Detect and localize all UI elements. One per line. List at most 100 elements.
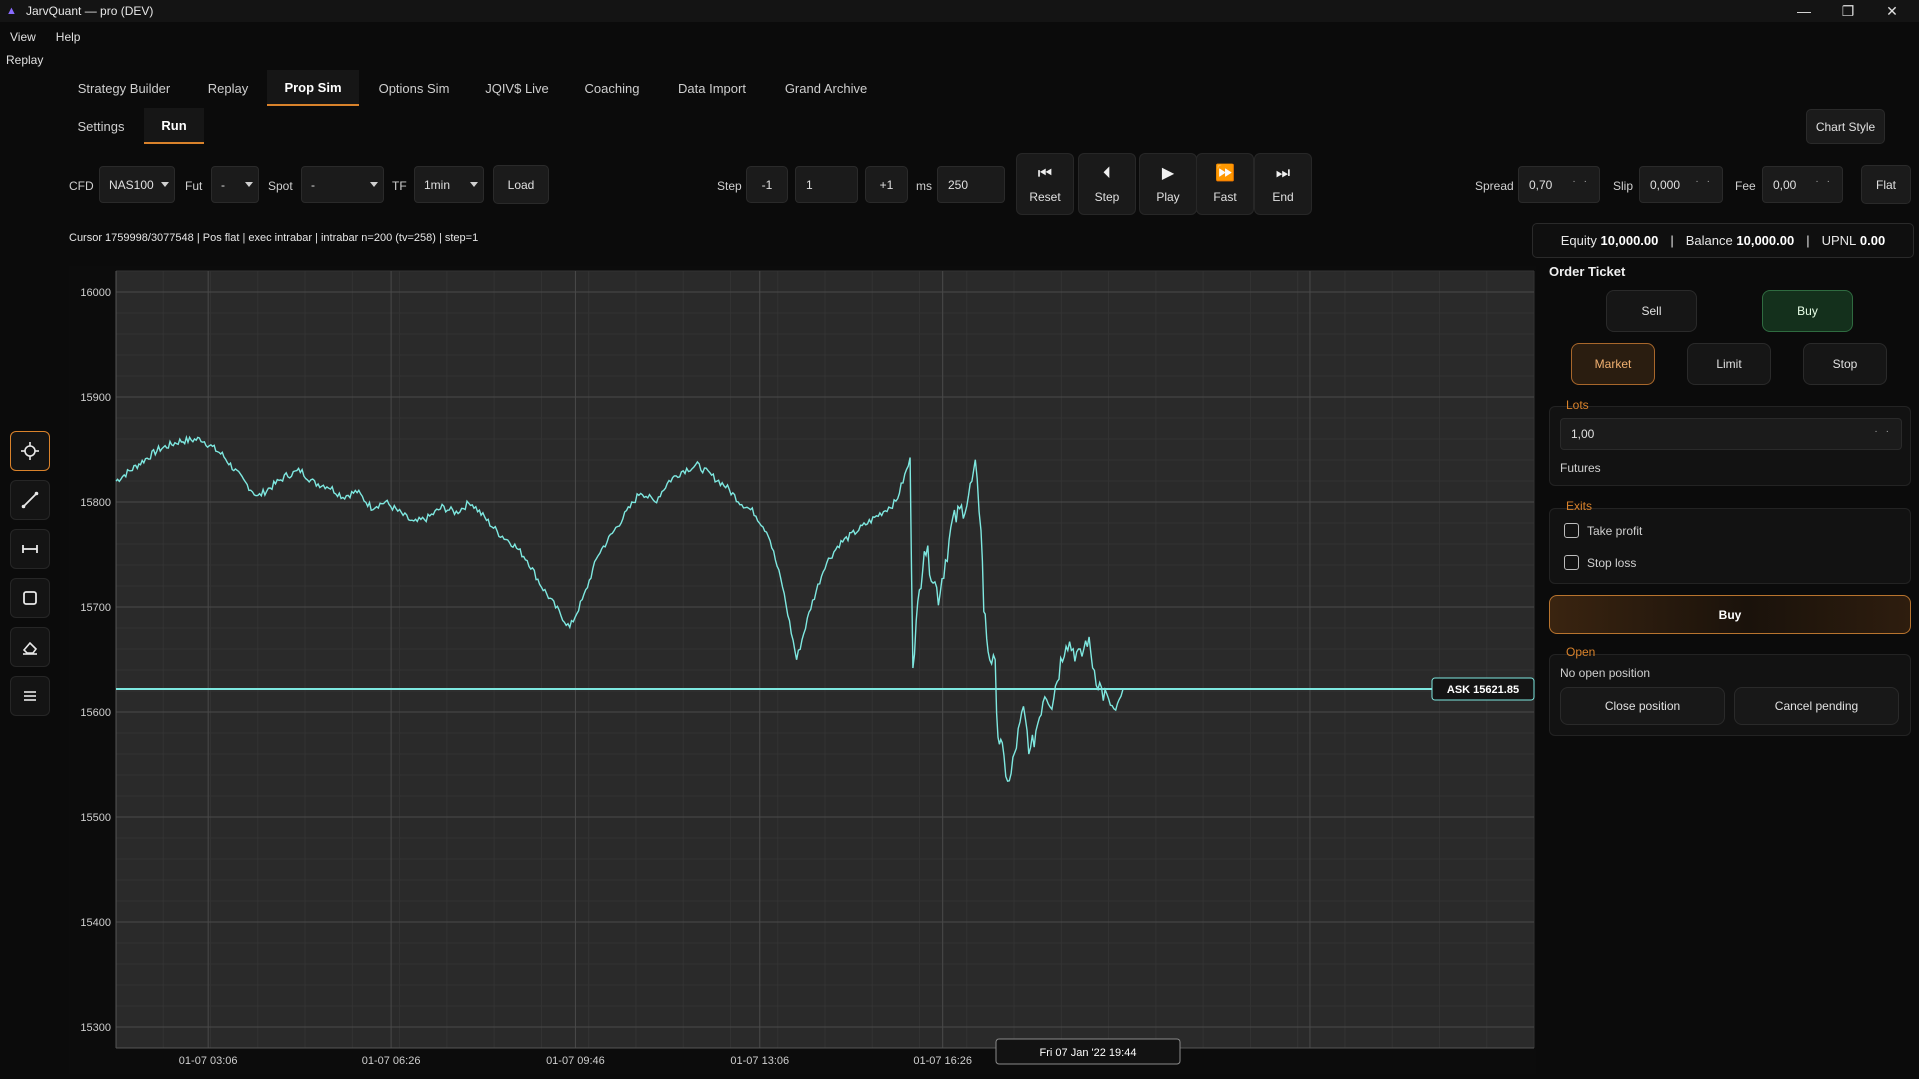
eraser-tool-button[interactable] xyxy=(10,627,50,667)
spread-input[interactable]: 0,70 ·· xyxy=(1518,166,1600,203)
step-size-input[interactable]: 1 xyxy=(795,166,858,203)
tab-prop-sim[interactable]: Prop Sim xyxy=(267,70,359,106)
step-size-value: 1 xyxy=(806,177,813,192)
tf-label: TF xyxy=(392,179,407,193)
end-button[interactable]: ⏭ End xyxy=(1254,153,1312,215)
tab-replay[interactable]: Replay xyxy=(190,70,266,106)
play-button[interactable]: ▶ Play xyxy=(1139,153,1197,215)
fast-forward-icon: ⏩ xyxy=(1215,164,1235,182)
rectangle-icon xyxy=(23,591,37,605)
fast-button[interactable]: ⏩ Fast xyxy=(1196,153,1254,215)
price-chart-svg[interactable]: 16000 15900 15800 15700 15600 15500 15400 15300… xyxy=(69,266,1536,1074)
tab-grand-archive[interactable]: Grand Archive xyxy=(775,70,877,106)
stop-order-button[interactable]: Stop xyxy=(1803,343,1887,385)
crosshair-tool-button[interactable] xyxy=(10,431,50,471)
skip-to-end-icon: ⏭ xyxy=(1275,164,1291,182)
stop-loss-checkbox[interactable] xyxy=(1564,555,1579,570)
rectangle-tool-button[interactable] xyxy=(10,578,50,618)
tab-coaching[interactable]: Coaching xyxy=(572,70,652,106)
fut-select[interactable]: - xyxy=(211,166,259,203)
tab-data-import[interactable]: Data Import xyxy=(664,70,760,106)
cfd-select[interactable]: NAS100 xyxy=(99,166,175,203)
ask-label: ASK 15621.85 xyxy=(1447,684,1519,696)
measure-tool-button[interactable] xyxy=(10,529,50,569)
fut-label: Fut xyxy=(185,179,203,193)
y-tick-label: 15900 xyxy=(80,392,111,404)
chart-style-button[interactable]: Chart Style xyxy=(1806,109,1885,144)
crosshair-icon xyxy=(21,442,39,460)
reset-button[interactable]: ⏮ Reset xyxy=(1016,153,1074,215)
time-cursor-label: Fri 07 Jan '22 19:44 xyxy=(1040,1047,1137,1059)
fee-value: 0,00 xyxy=(1773,177,1797,192)
exits-panel xyxy=(1549,508,1911,584)
tab-strategy-builder[interactable]: Strategy Builder xyxy=(68,70,180,106)
step-minus-button[interactable]: -1 xyxy=(746,166,788,203)
take-profit-label: Take profit xyxy=(1587,524,1643,538)
spot-select[interactable]: - xyxy=(301,166,384,203)
title-bar: ▲ JarvQuant — pro (DEV) — ❐ ✕ xyxy=(0,0,1919,22)
step-plus-button[interactable]: +1 xyxy=(865,166,908,203)
tf-select[interactable]: 1min xyxy=(414,166,484,203)
ms-interval-value: 250 xyxy=(948,177,969,192)
sell-button[interactable]: Sell xyxy=(1606,290,1697,332)
open-status: No open position xyxy=(1560,666,1651,680)
x-tick-label: 01-07 03:06 xyxy=(179,1055,238,1067)
slip-label: Slip xyxy=(1613,179,1634,193)
fee-input[interactable]: 0,00 ·· xyxy=(1762,166,1843,203)
y-tick-label: 15700 xyxy=(80,602,111,614)
spot-label: Spot xyxy=(268,179,293,193)
chevron-down-icon xyxy=(161,181,169,187)
spot-value: - xyxy=(311,177,315,192)
flat-button[interactable]: Flat xyxy=(1861,165,1911,204)
lots-title: Lots xyxy=(1566,398,1589,412)
step-button[interactable]: ⏴ Step xyxy=(1078,153,1136,215)
menu-bar: View Help xyxy=(0,26,90,48)
spin-arrows-icon[interactable]: ·· xyxy=(1695,176,1718,187)
trendline-tool-button[interactable] xyxy=(10,480,50,520)
close-button[interactable]: ✕ xyxy=(1870,0,1914,22)
close-position-button[interactable]: Close position xyxy=(1560,687,1725,725)
market-order-button[interactable]: Market xyxy=(1571,343,1655,385)
subtab-run[interactable]: Run xyxy=(144,108,204,144)
open-title: Open xyxy=(1566,645,1596,659)
cfd-label: CFD xyxy=(69,179,94,193)
restore-button[interactable]: ❐ xyxy=(1826,0,1870,22)
menu-view[interactable]: View xyxy=(0,26,46,48)
x-tick-label: 01-07 09:46 xyxy=(546,1055,605,1067)
cancel-pending-button[interactable]: Cancel pending xyxy=(1734,687,1899,725)
y-tick-label: 15600 xyxy=(80,707,111,719)
end-label: End xyxy=(1272,189,1294,204)
load-button[interactable]: Load xyxy=(493,165,549,204)
submit-buy-button[interactable]: Buy xyxy=(1549,595,1911,634)
spin-arrows-icon[interactable]: ·· xyxy=(1815,176,1838,187)
equity-label: Equity xyxy=(1560,233,1597,248)
step-back-icon: ⏴ xyxy=(1102,164,1111,182)
order-ticket-title: Order Ticket xyxy=(1549,264,1626,279)
tab-jqiv-live[interactable]: JQIV$ Live xyxy=(470,70,564,106)
ms-interval-input[interactable]: 250 xyxy=(937,166,1005,203)
minimize-button[interactable]: — xyxy=(1782,0,1826,22)
take-profit-checkbox[interactable] xyxy=(1564,523,1579,538)
spin-arrows-icon[interactable]: ·· xyxy=(1572,176,1595,187)
buy-side-button[interactable]: Buy xyxy=(1762,290,1853,332)
play-icon: ▶ xyxy=(1161,164,1175,182)
slip-value: 0,000 xyxy=(1650,177,1681,192)
spin-arrows-icon[interactable]: ·· xyxy=(1874,426,1897,437)
status-line: Cursor 1759998/3077548 | Pos flat | exec… xyxy=(69,232,479,244)
slip-input[interactable]: 0,000 ·· xyxy=(1639,166,1723,203)
limit-order-button[interactable]: Limit xyxy=(1687,343,1771,385)
tab-options-sim[interactable]: Options Sim xyxy=(368,70,460,106)
menu-help[interactable]: Help xyxy=(46,26,91,48)
lots-input[interactable]: 1,00 ·· xyxy=(1560,418,1902,450)
play-label: Play xyxy=(1156,189,1180,204)
reset-label: Reset xyxy=(1029,189,1061,204)
spread-label: Spread xyxy=(1475,179,1514,193)
menu-icon xyxy=(24,691,36,701)
stop-loss-label: Stop loss xyxy=(1587,556,1637,570)
drawings-menu-button[interactable] xyxy=(10,676,50,716)
upnl-value: 0.00 xyxy=(1859,233,1886,248)
exits-title: Exits xyxy=(1566,499,1593,513)
subtab-settings[interactable]: Settings xyxy=(68,108,134,144)
x-tick-label: 01-07 13:06 xyxy=(730,1055,789,1067)
price-chart[interactable]: 16000 15900 15800 15700 15600 15500 15400 15300… xyxy=(69,266,1536,1074)
